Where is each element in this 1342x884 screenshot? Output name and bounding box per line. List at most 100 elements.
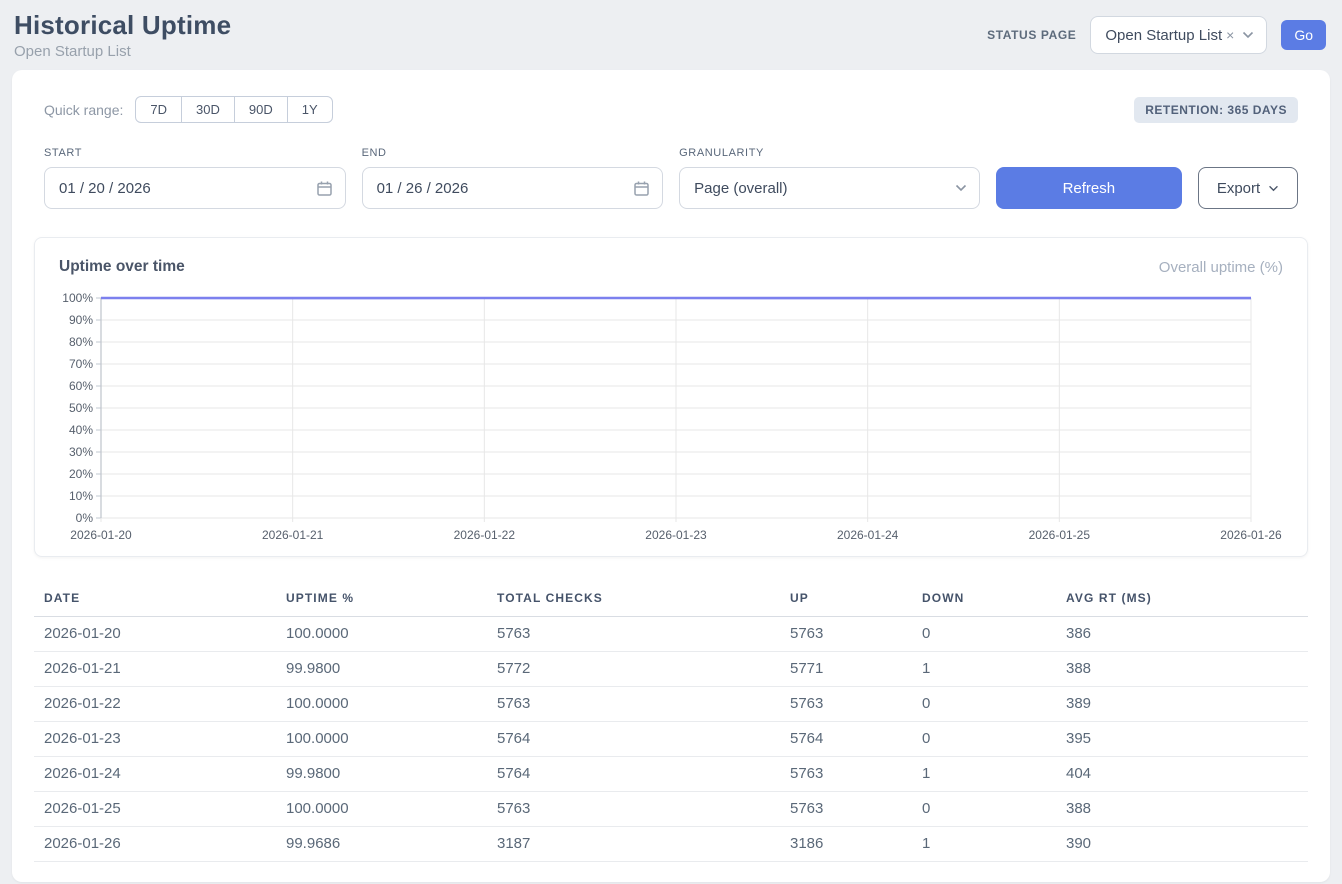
- status-page-select[interactable]: Open Startup List ×: [1090, 16, 1267, 54]
- svg-text:2026-01-26: 2026-01-26: [1220, 528, 1282, 542]
- end-date-input[interactable]: 01 / 26 / 2026: [362, 167, 664, 209]
- svg-text:2026-01-20: 2026-01-20: [70, 528, 132, 542]
- start-date-field: START 01 / 20 / 2026: [44, 147, 346, 209]
- table-cell: 5763: [780, 757, 912, 792]
- go-button[interactable]: Go: [1281, 20, 1326, 50]
- table-row: 2026-01-2199.9800577257711388: [34, 652, 1308, 687]
- page-heading: Historical Uptime Open Startup List: [14, 10, 231, 60]
- chevron-down-icon: [1268, 185, 1279, 192]
- chart-header: Uptime over time Overall uptime (%): [59, 258, 1283, 276]
- svg-text:50%: 50%: [69, 401, 93, 415]
- quick-range-segmented: 7D 30D 90D 1Y: [135, 96, 332, 123]
- table-cell: 5764: [487, 757, 780, 792]
- table-cell: 2026-01-25: [34, 792, 276, 827]
- table-cell: 2026-01-23: [34, 722, 276, 757]
- quick-range-90d[interactable]: 90D: [234, 97, 287, 122]
- table-cell: 5764: [780, 722, 912, 757]
- column-header: DOWN: [912, 583, 1056, 617]
- quick-range-7d[interactable]: 7D: [136, 97, 181, 122]
- table-cell: 1: [912, 757, 1056, 792]
- svg-text:70%: 70%: [69, 357, 93, 371]
- page-subtitle: Open Startup List: [14, 43, 231, 60]
- table-row: 2026-01-25100.0000576357630388: [34, 792, 1308, 827]
- svg-text:2026-01-24: 2026-01-24: [837, 528, 899, 542]
- table-cell: 1: [912, 652, 1056, 687]
- table-cell: 0: [912, 722, 1056, 757]
- uptime-table: DATEUPTIME %TOTAL CHECKSUPDOWNAVG RT (MS…: [34, 583, 1308, 862]
- calendar-icon[interactable]: [633, 180, 650, 197]
- start-date-input[interactable]: 01 / 20 / 2026: [44, 167, 346, 209]
- table-cell: 3186: [780, 827, 912, 862]
- table-cell: 5763: [780, 687, 912, 722]
- refresh-button[interactable]: Refresh: [996, 167, 1182, 209]
- table-cell: 5763: [780, 617, 912, 652]
- calendar-icon[interactable]: [316, 180, 333, 197]
- table-cell: 2026-01-21: [34, 652, 276, 687]
- table-cell: 99.9800: [276, 757, 487, 792]
- table-cell: 99.9686: [276, 827, 487, 862]
- start-date-value: 01 / 20 / 2026: [59, 180, 151, 197]
- table-cell: 1: [912, 827, 1056, 862]
- table-cell: 100.0000: [276, 792, 487, 827]
- filters-row: START 01 / 20 / 2026 END 01 / 26 / 2026 …: [44, 147, 1298, 209]
- table-cell: 5771: [780, 652, 912, 687]
- quick-range-row: Quick range: 7D 30D 90D 1Y RETENTION: 36…: [44, 96, 1298, 123]
- table-row: 2026-01-2499.9800576457631404: [34, 757, 1308, 792]
- quick-range-group: Quick range: 7D 30D 90D 1Y: [44, 96, 333, 123]
- table-row: 2026-01-2699.9686318731861390: [34, 827, 1308, 862]
- status-page-value: Open Startup List: [1105, 27, 1222, 44]
- start-label: START: [44, 147, 346, 159]
- table-cell: 2026-01-26: [34, 827, 276, 862]
- svg-text:2026-01-21: 2026-01-21: [262, 528, 324, 542]
- table-cell: 5763: [487, 617, 780, 652]
- table-cell: 2026-01-20: [34, 617, 276, 652]
- table-cell: 395: [1056, 722, 1308, 757]
- table-cell: 390: [1056, 827, 1308, 862]
- table-cell: 100.0000: [276, 722, 487, 757]
- page-title: Historical Uptime: [14, 10, 231, 41]
- table-row: 2026-01-22100.0000576357630389: [34, 687, 1308, 722]
- uptime-line-chart: 0%10%20%30%40%50%60%70%80%90%100%2026-01…: [59, 290, 1283, 544]
- granularity-field: GRANULARITY Page (overall): [679, 147, 980, 209]
- svg-text:2026-01-23: 2026-01-23: [645, 528, 707, 542]
- table-cell: 404: [1056, 757, 1308, 792]
- svg-text:90%: 90%: [69, 313, 93, 327]
- table-cell: 388: [1056, 792, 1308, 827]
- table-cell: 100.0000: [276, 687, 487, 722]
- header-controls: STATUS PAGE Open Startup List × Go: [987, 16, 1326, 54]
- quick-range-30d[interactable]: 30D: [181, 97, 234, 122]
- column-header: UP: [780, 583, 912, 617]
- table-cell: 5764: [487, 722, 780, 757]
- table-cell: 0: [912, 687, 1056, 722]
- export-label: Export: [1217, 180, 1260, 197]
- table-cell: 5763: [487, 687, 780, 722]
- end-date-value: 01 / 26 / 2026: [377, 180, 469, 197]
- table-row: 2026-01-23100.0000576457640395: [34, 722, 1308, 757]
- svg-text:80%: 80%: [69, 335, 93, 349]
- svg-text:2026-01-25: 2026-01-25: [1029, 528, 1091, 542]
- svg-text:40%: 40%: [69, 423, 93, 437]
- table-cell: 0: [912, 792, 1056, 827]
- end-date-field: END 01 / 26 / 2026: [362, 147, 664, 209]
- table-cell: 99.9800: [276, 652, 487, 687]
- svg-text:0%: 0%: [76, 511, 94, 525]
- table-cell: 386: [1056, 617, 1308, 652]
- svg-text:10%: 10%: [69, 489, 93, 503]
- app-header: Historical Uptime Open Startup List STAT…: [0, 0, 1342, 70]
- granularity-value: Page (overall): [694, 180, 787, 197]
- chart-legend: Overall uptime (%): [1159, 259, 1283, 276]
- svg-text:100%: 100%: [62, 291, 93, 305]
- quick-range-1y[interactable]: 1Y: [287, 97, 332, 122]
- table-cell: 5763: [487, 792, 780, 827]
- status-page-label: STATUS PAGE: [987, 28, 1076, 42]
- table-cell: 389: [1056, 687, 1308, 722]
- granularity-select[interactable]: Page (overall): [679, 167, 980, 209]
- chart-title: Uptime over time: [59, 258, 185, 276]
- svg-text:30%: 30%: [69, 445, 93, 459]
- clear-selection-icon[interactable]: ×: [1226, 27, 1234, 43]
- retention-badge: RETENTION: 365 DAYS: [1134, 97, 1298, 123]
- uptime-chart-card: Uptime over time Overall uptime (%) 0% 10…: [34, 237, 1308, 557]
- table-cell: 5772: [487, 652, 780, 687]
- end-label: END: [362, 147, 664, 159]
- export-button[interactable]: Export: [1198, 167, 1298, 209]
